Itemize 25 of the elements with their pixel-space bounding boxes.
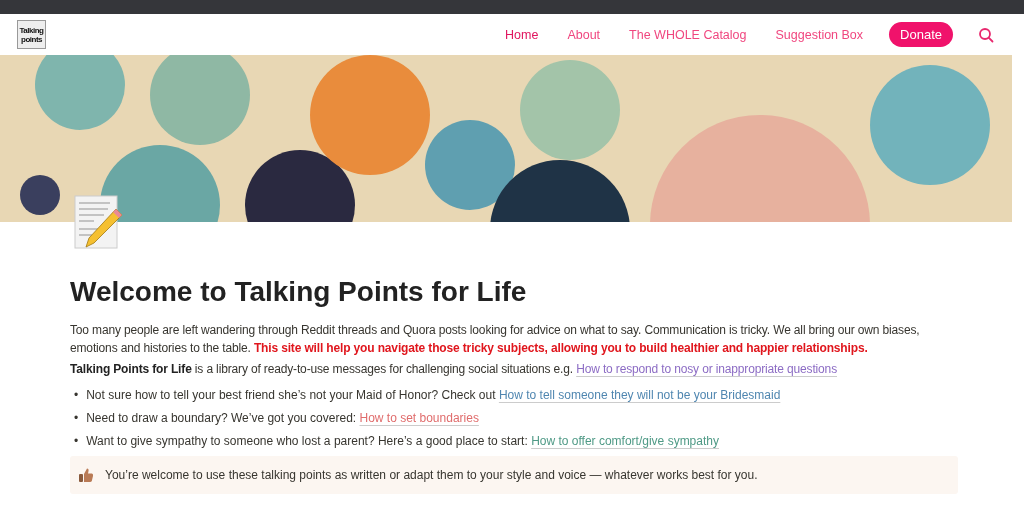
callout-text: You’re welcome to use these talking points as written or adapt them to your style and voice — whatever works best for you.: [105, 468, 758, 482]
bullet-marker: •: [74, 410, 79, 427]
list-item-text: Want to give sympathy to someone who lost a parent? Here’s a good place to start: How to offer comfort/give sympathy: [86, 433, 719, 450]
logo-text: Talking: [19, 25, 44, 35]
nav-link[interactable]: Suggestion Box: [775, 27, 864, 42]
thumbs-up-icon: [78, 467, 94, 483]
list-item-text: Need to draw a boundary? We’ve got you covered: How to set boundaries: [86, 410, 479, 427]
page-title: Welcome to Talking Points for Life: [70, 275, 528, 309]
logo-text: points: [21, 34, 42, 44]
article-link[interactable]: How to tell someone they will not be your Bridesmaid: [498, 388, 781, 402]
nav-link[interactable]: The WHOLE Catalog: [629, 27, 747, 42]
article-link[interactable]: How to offer comfort/give sympathy: [531, 434, 719, 448]
article-link[interactable]: How to set boundaries: [359, 411, 479, 425]
article-link[interactable]: How to respond to nosy or inappropriate questions: [576, 362, 837, 376]
bullet-marker: •: [74, 433, 79, 450]
donate-button[interactable]: Donate: [889, 22, 953, 47]
site-logo[interactable]: Talking points: [17, 20, 46, 49]
search-icon[interactable]: [978, 26, 994, 43]
intro-paragraph: Too many people are left wandering through Reddit threads and Quora posts looking for advice on what to say. Communication is tricky. We all bring our own biases, emotions and histories to the table. This site will help you navigate those tricky subjects, allowing you to build healthier and happier relationships.: [70, 322, 921, 357]
nav-link[interactable]: About: [567, 27, 601, 42]
list-item-text: Not sure how to tell your best friend she’s not your Maid of Honor? Check out How to tell someone they will not be your Bridesmaid: [86, 387, 781, 404]
notepad-pencil-icon: [74, 195, 122, 249]
summary-paragraph: Talking Points for Life is a library of ready-to-use messages for challenging social situations e.g. How to respond to nosy or inappropriate questions: [70, 361, 838, 378]
bullet-marker: •: [74, 387, 79, 404]
nav-link[interactable]: Home: [505, 27, 539, 42]
